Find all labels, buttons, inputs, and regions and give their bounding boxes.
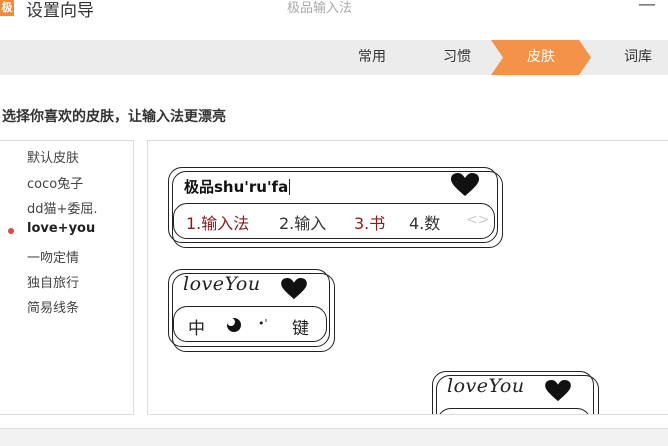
candidate-1[interactable]: 1.输入法 [186,210,249,234]
skin-list: 默认皮肤 coco兔子 dd猫+委屈. love+you 一吻定情 独自旅行 简… [0,140,134,415]
composition-text: 极品shu'ru'fa [184,178,291,196]
candidate-4[interactable]: 4.数 [409,210,440,234]
app-logo-icon: 极 [0,0,14,16]
toolbar-logo-text: loveYou [447,375,525,397]
skin-item-coco[interactable]: coco兔子 [27,173,83,192]
candidate-3[interactable]: 3.书 [354,210,385,234]
title-bar: 极 设置向导 极品输入法 — [0,0,668,38]
skin-item-loveyou[interactable]: love+you [27,221,95,236]
heart-icon [281,278,307,300]
toolbar-bar: 中 •' 键 [437,408,591,414]
app-name: 极品输入法 [287,1,353,16]
soft-keyboard-toggle[interactable]: 键 [292,314,309,339]
text-cursor [289,179,291,195]
chinese-mode-toggle[interactable]: 中 [188,314,205,339]
moon-icon[interactable] [226,317,242,333]
candidate-2[interactable]: 2.输入 [279,210,326,234]
tab-dictionary[interactable]: 词库 [624,40,652,75]
skin-item-kiss[interactable]: 一吻定情 [27,247,79,266]
candidate-bar: 1.输入法 2.输入 3.书 4.数 <> [173,203,495,239]
selected-bullet [8,228,14,234]
section-heading: 选择你喜欢的皮肤，让输入法更漂亮 [2,109,226,125]
toolbar-bar: 中 •' 键 [173,306,327,342]
heart-icon [451,173,479,196]
status-toolbar-alt: loveYou 中 •' 键 [432,371,599,414]
minimize-button[interactable]: — [632,0,662,16]
skin-item-lines[interactable]: 简易线条 [27,297,79,316]
tab-habits[interactable]: 习惯 [443,40,471,75]
tab-skin-label: 皮肤 [527,49,555,65]
page-arrows[interactable]: <> [466,212,489,228]
bottom-bar [0,428,668,446]
candidate-window: 极品shu'ru'fa 1.输入法 2.输入 3.书 4.数 <> [168,167,503,248]
skin-item-default[interactable]: 默认皮肤 [27,147,79,166]
status-toolbar: loveYou 中 •' 键 [168,269,335,352]
punctuation-toggle[interactable]: •' [258,317,268,330]
tab-skin[interactable]: 皮肤 [491,40,591,75]
skin-item-travel[interactable]: 独自旅行 [27,272,79,291]
skin-preview: 极品shu'ru'fa 1.输入法 2.输入 3.书 4.数 <> loveYo… [147,140,668,415]
tab-common[interactable]: 常用 [358,40,386,75]
skin-item-ddcat[interactable]: dd猫+委屈. [27,198,98,217]
toolbar-logo-text: loveYou [183,273,261,295]
heart-icon [545,380,571,402]
window-title: 设置向导 [26,1,94,21]
